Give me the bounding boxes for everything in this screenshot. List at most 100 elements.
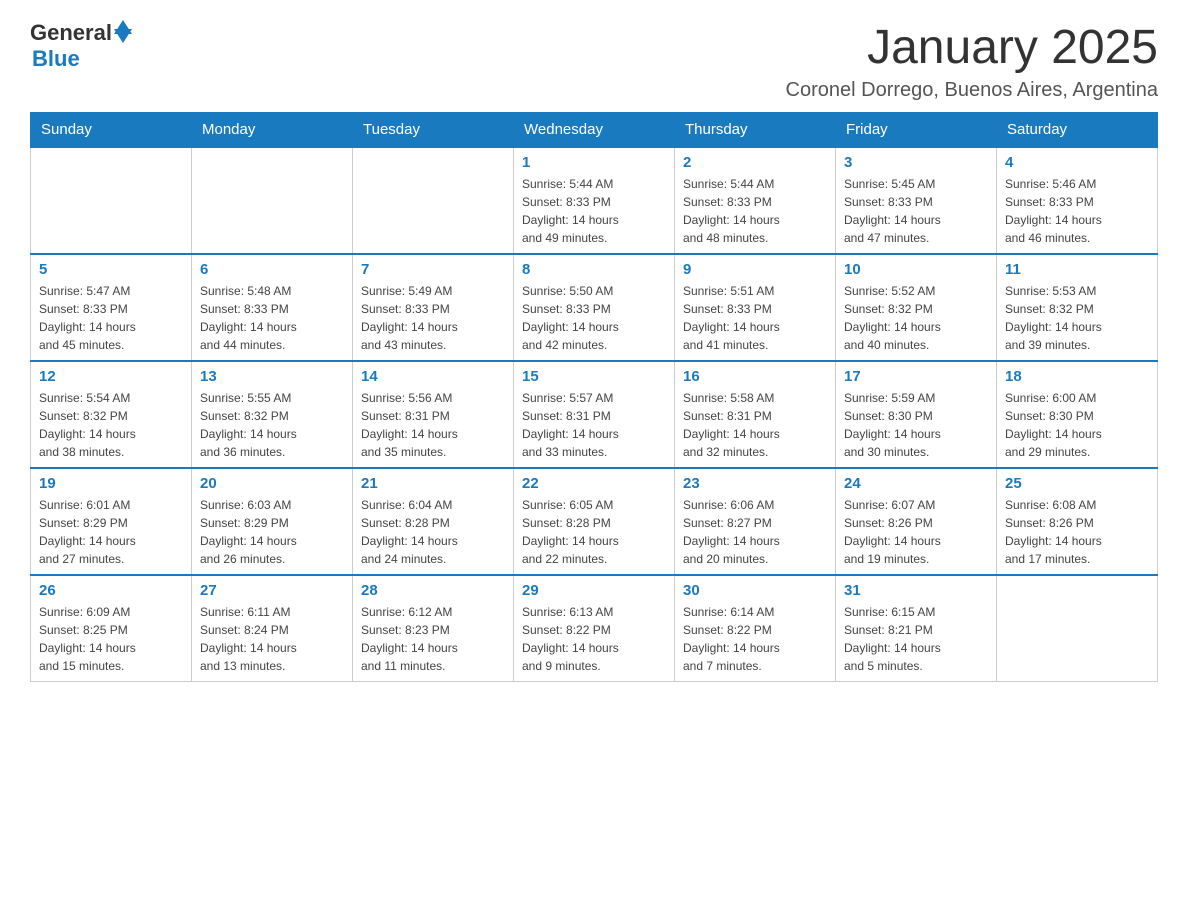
day-number: 22	[522, 475, 666, 492]
day-number: 31	[844, 582, 988, 599]
day-info: Sunrise: 5:45 AMSunset: 8:33 PMDaylight:…	[844, 175, 988, 247]
calendar-cell: 1 Sunrise: 5:44 AMSunset: 8:33 PMDaylight…	[514, 147, 675, 254]
day-info: Sunrise: 6:13 AMSunset: 8:22 PMDaylight:…	[522, 603, 666, 675]
day-of-week-sunday: Sunday	[31, 113, 192, 148]
calendar-cell: 31 Sunrise: 6:15 AMSunset: 8:21 PMDayligh…	[836, 575, 997, 682]
calendar-cell: 8 Sunrise: 5:50 AMSunset: 8:33 PMDaylight…	[514, 254, 675, 361]
day-number: 26	[39, 582, 183, 599]
calendar-cell: 9Sunrise: 5:51 AMSunset: 8:33 PMDaylight…	[675, 254, 836, 361]
day-of-week-wednesday: Wednesday	[514, 113, 675, 148]
calendar-cell: 16 Sunrise: 5:58 AMSunset: 8:31 PMDayligh…	[675, 361, 836, 468]
day-number: 2	[683, 154, 827, 171]
calendar-cell	[353, 147, 514, 254]
calendar-cell: 29 Sunrise: 6:13 AMSunset: 8:22 PMDayligh…	[514, 575, 675, 682]
logo: General Blue	[30, 20, 132, 72]
month-title: January 2025	[786, 20, 1158, 75]
page-header: General Blue January 2025 Coronel Dorreg…	[30, 20, 1158, 102]
calendar-cell: 10 Sunrise: 5:52 AMSunset: 8:32 PMDayligh…	[836, 254, 997, 361]
day-info: Sunrise: 5:50 AMSunset: 8:33 PMDaylight:…	[522, 282, 666, 354]
day-number: 30	[683, 582, 827, 599]
calendar-week-1: 1 Sunrise: 5:44 AMSunset: 8:33 PMDaylight…	[31, 147, 1158, 254]
day-number: 17	[844, 368, 988, 385]
calendar-week-3: 12Sunrise: 5:54 AMSunset: 8:32 PMDayligh…	[31, 361, 1158, 468]
day-number: 10	[844, 261, 988, 278]
day-info: Sunrise: 5:44 AMSunset: 8:33 PMDaylight:…	[522, 175, 666, 247]
day-number: 15	[522, 368, 666, 385]
day-number: 8	[522, 261, 666, 278]
location-subtitle: Coronel Dorrego, Buenos Aires, Argentina	[786, 79, 1158, 102]
day-number: 18	[1005, 368, 1149, 385]
day-number: 11	[1005, 261, 1149, 278]
day-info: Sunrise: 5:47 AMSunset: 8:33 PMDaylight:…	[39, 282, 183, 354]
logo-general-text: General	[30, 20, 112, 46]
calendar-week-2: 5Sunrise: 5:47 AMSunset: 8:33 PMDaylight…	[31, 254, 1158, 361]
day-number: 3	[844, 154, 988, 171]
day-number: 24	[844, 475, 988, 492]
day-info: Sunrise: 5:52 AMSunset: 8:32 PMDaylight:…	[844, 282, 988, 354]
calendar-cell: 24 Sunrise: 6:07 AMSunset: 8:26 PMDayligh…	[836, 468, 997, 575]
calendar-cell	[192, 147, 353, 254]
day-info: Sunrise: 6:14 AMSunset: 8:22 PMDaylight:…	[683, 603, 827, 675]
day-info: Sunrise: 6:11 AMSunset: 8:24 PMDaylight:…	[200, 603, 344, 675]
day-info: Sunrise: 6:15 AMSunset: 8:21 PMDaylight:…	[844, 603, 988, 675]
calendar-cell: 18Sunrise: 6:00 AMSunset: 8:30 PMDayligh…	[997, 361, 1158, 468]
day-info: Sunrise: 6:05 AMSunset: 8:28 PMDaylight:…	[522, 496, 666, 568]
day-number: 4	[1005, 154, 1149, 171]
day-number: 6	[200, 261, 344, 278]
title-area: January 2025 Coronel Dorrego, Buenos Air…	[786, 20, 1158, 102]
day-info: Sunrise: 6:06 AMSunset: 8:27 PMDaylight:…	[683, 496, 827, 568]
day-info: Sunrise: 5:55 AMSunset: 8:32 PMDaylight:…	[200, 389, 344, 461]
day-info: Sunrise: 6:03 AMSunset: 8:29 PMDaylight:…	[200, 496, 344, 568]
calendar-cell: 19 Sunrise: 6:01 AMSunset: 8:29 PMDayligh…	[31, 468, 192, 575]
day-number: 20	[200, 475, 344, 492]
calendar-cell: 23 Sunrise: 6:06 AMSunset: 8:27 PMDayligh…	[675, 468, 836, 575]
day-number: 19	[39, 475, 183, 492]
day-number: 27	[200, 582, 344, 599]
day-info: Sunrise: 6:01 AMSunset: 8:29 PMDaylight:…	[39, 496, 183, 568]
calendar-cell: 7 Sunrise: 5:49 AMSunset: 8:33 PMDaylight…	[353, 254, 514, 361]
day-number: 16	[683, 368, 827, 385]
day-number: 14	[361, 368, 505, 385]
day-info: Sunrise: 5:46 AMSunset: 8:33 PMDaylight:…	[1005, 175, 1149, 247]
calendar-cell: 13 Sunrise: 5:55 AMSunset: 8:32 PMDayligh…	[192, 361, 353, 468]
day-number: 28	[361, 582, 505, 599]
calendar-cell: 4 Sunrise: 5:46 AMSunset: 8:33 PMDaylight…	[997, 147, 1158, 254]
calendar-week-4: 19 Sunrise: 6:01 AMSunset: 8:29 PMDayligh…	[31, 468, 1158, 575]
day-number: 23	[683, 475, 827, 492]
day-number: 13	[200, 368, 344, 385]
day-info: Sunrise: 5:53 AMSunset: 8:32 PMDaylight:…	[1005, 282, 1149, 354]
day-number: 1	[522, 154, 666, 171]
calendar-cell: 28 Sunrise: 6:12 AMSunset: 8:23 PMDayligh…	[353, 575, 514, 682]
day-number: 21	[361, 475, 505, 492]
day-info: Sunrise: 6:12 AMSunset: 8:23 PMDaylight:…	[361, 603, 505, 675]
day-info: Sunrise: 5:58 AMSunset: 8:31 PMDaylight:…	[683, 389, 827, 461]
calendar-cell: 17 Sunrise: 5:59 AMSunset: 8:30 PMDayligh…	[836, 361, 997, 468]
day-info: Sunrise: 6:09 AMSunset: 8:25 PMDaylight:…	[39, 603, 183, 675]
calendar-cell	[31, 147, 192, 254]
logo-blue-text: Blue	[32, 46, 80, 72]
day-info: Sunrise: 6:07 AMSunset: 8:26 PMDaylight:…	[844, 496, 988, 568]
day-number: 29	[522, 582, 666, 599]
calendar-cell: 6 Sunrise: 5:48 AMSunset: 8:33 PMDaylight…	[192, 254, 353, 361]
day-number: 9	[683, 261, 827, 278]
day-of-week-saturday: Saturday	[997, 113, 1158, 148]
calendar-cell: 5Sunrise: 5:47 AMSunset: 8:33 PMDaylight…	[31, 254, 192, 361]
calendar-cell: 20 Sunrise: 6:03 AMSunset: 8:29 PMDayligh…	[192, 468, 353, 575]
calendar-cell: 14Sunrise: 5:56 AMSunset: 8:31 PMDayligh…	[353, 361, 514, 468]
calendar-cell: 2Sunrise: 5:44 AMSunset: 8:33 PMDaylight…	[675, 147, 836, 254]
calendar-cell: 21Sunrise: 6:04 AMSunset: 8:28 PMDayligh…	[353, 468, 514, 575]
day-number: 7	[361, 261, 505, 278]
day-info: Sunrise: 5:48 AMSunset: 8:33 PMDaylight:…	[200, 282, 344, 354]
days-of-week-row: SundayMondayTuesdayWednesdayThursdayFrid…	[31, 113, 1158, 148]
day-info: Sunrise: 5:49 AMSunset: 8:33 PMDaylight:…	[361, 282, 505, 354]
calendar-week-5: 26 Sunrise: 6:09 AMSunset: 8:25 PMDayligh…	[31, 575, 1158, 682]
calendar-cell: 27 Sunrise: 6:11 AMSunset: 8:24 PMDayligh…	[192, 575, 353, 682]
day-info: Sunrise: 6:08 AMSunset: 8:26 PMDaylight:…	[1005, 496, 1149, 568]
calendar-cell: 26 Sunrise: 6:09 AMSunset: 8:25 PMDayligh…	[31, 575, 192, 682]
day-of-week-friday: Friday	[836, 113, 997, 148]
day-of-week-tuesday: Tuesday	[353, 113, 514, 148]
day-of-week-monday: Monday	[192, 113, 353, 148]
day-info: Sunrise: 5:59 AMSunset: 8:30 PMDaylight:…	[844, 389, 988, 461]
calendar-cell: 15Sunrise: 5:57 AMSunset: 8:31 PMDayligh…	[514, 361, 675, 468]
day-of-week-thursday: Thursday	[675, 113, 836, 148]
